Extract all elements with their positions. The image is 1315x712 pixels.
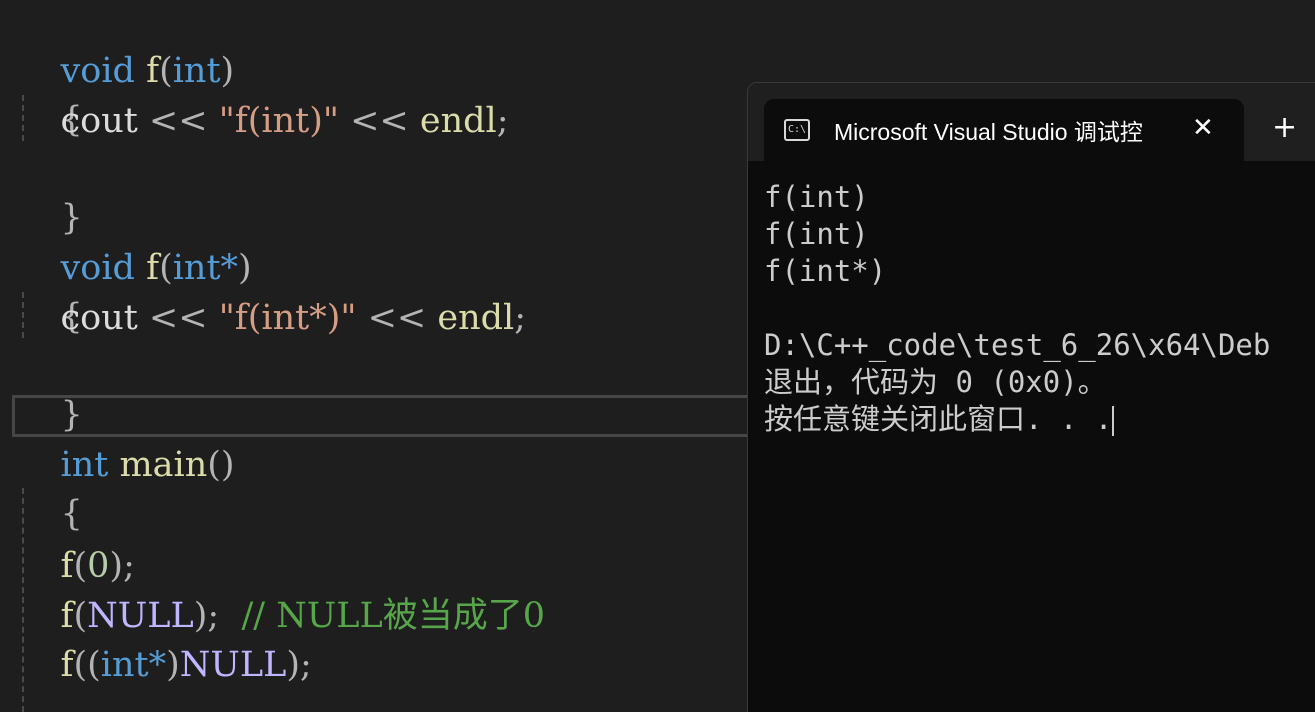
- punctuation: (: [159, 51, 173, 91]
- punctuation: (): [207, 445, 235, 485]
- punctuation: (: [73, 546, 88, 586]
- type-keyword: int*: [100, 645, 167, 685]
- semicolon: ;: [496, 101, 509, 141]
- tab-title: Microsoft Visual Studio 调试控: [834, 119, 1143, 145]
- output-line: f(int): [764, 217, 869, 251]
- code-line[interactable]: cout << "f(int*)" << endl;: [0, 294, 527, 343]
- code-line[interactable]: cout << "f(int)" << endl;: [0, 97, 509, 146]
- macro-name: NULL: [87, 596, 194, 636]
- punctuation: ): [238, 248, 252, 288]
- function-name: f: [60, 596, 74, 636]
- identifier: cout: [60, 298, 138, 338]
- function-name: endl: [419, 101, 497, 141]
- semicolon: ;: [514, 298, 527, 338]
- function-name: f: [60, 645, 74, 685]
- code-line[interactable]: {: [0, 47, 83, 140]
- code-line[interactable]: void f(int): [0, 0, 235, 91]
- close-icon[interactable]: ✕: [1192, 113, 1214, 143]
- output-line: f(int*): [764, 254, 887, 288]
- tab-debug-console[interactable]: C:\ Microsoft Visual Studio 调试控 ✕: [764, 99, 1244, 161]
- string-literal: "f(int*)": [218, 298, 357, 338]
- number-literal: 0: [87, 546, 110, 586]
- operator: <<: [356, 298, 438, 338]
- code-comment: // NULL被当成了0: [241, 596, 546, 636]
- punctuation: ): [166, 645, 180, 685]
- code-line[interactable]: }: [0, 145, 83, 238]
- punctuation: ): [220, 51, 235, 91]
- code-line[interactable]: {: [0, 441, 83, 534]
- output-line: 退出，代码为 0 (0x0)。: [764, 365, 1107, 399]
- code-line[interactable]: {: [0, 244, 83, 337]
- operator: <<: [137, 101, 219, 141]
- function-name: f: [146, 248, 160, 288]
- code-line[interactable]: int main(): [0, 392, 235, 485]
- text-cursor: [1112, 406, 1115, 436]
- output-line-with-cursor: 按任意键关闭此窗口. . .: [764, 401, 1270, 438]
- operator: <<: [137, 298, 219, 338]
- type-keyword: int*: [172, 248, 239, 288]
- function-name: f: [146, 51, 160, 91]
- code-line[interactable]: f(NULL); // NULL被当成了0: [0, 592, 546, 641]
- tab-strip: C:\ Microsoft Visual Studio 调试控 ✕ +: [748, 83, 1315, 161]
- output-line: D:\C++_code\test_6_26\x64\Deb: [764, 328, 1271, 362]
- string-literal: "f(int)": [218, 101, 339, 141]
- debug-console-window[interactable]: C:\ Microsoft Visual Studio 调试控 ✕ + f(in…: [747, 82, 1315, 712]
- punctuation: );: [286, 645, 312, 685]
- code-line[interactable]: f(0);: [0, 542, 135, 591]
- code-line[interactable]: f((int*)NULL);: [0, 641, 312, 690]
- type-keyword: int: [172, 51, 221, 91]
- new-tab-button[interactable]: +: [1272, 113, 1297, 143]
- punctuation: );: [109, 546, 135, 586]
- terminal-icon: C:\: [784, 119, 810, 141]
- output-line: 按任意键关闭此窗口. . .: [764, 402, 1113, 436]
- punctuation: (: [73, 596, 88, 636]
- punctuation: ((: [73, 645, 101, 685]
- punctuation: (: [159, 248, 173, 288]
- identifier: cout: [60, 101, 138, 141]
- code-line[interactable]: }: [0, 342, 83, 435]
- macro-name: NULL: [179, 645, 287, 685]
- function-name: main: [119, 445, 208, 485]
- function-name: f: [60, 546, 74, 586]
- code-line[interactable]: void f(int*): [0, 195, 252, 288]
- brace: {: [60, 494, 83, 534]
- punctuation: );: [193, 596, 220, 636]
- function-name: endl: [437, 298, 515, 338]
- terminal-output[interactable]: f(int) f(int) f(int*) D:\C++_code\test_6…: [764, 179, 1270, 438]
- output-line: f(int): [764, 180, 869, 214]
- operator: <<: [338, 101, 420, 141]
